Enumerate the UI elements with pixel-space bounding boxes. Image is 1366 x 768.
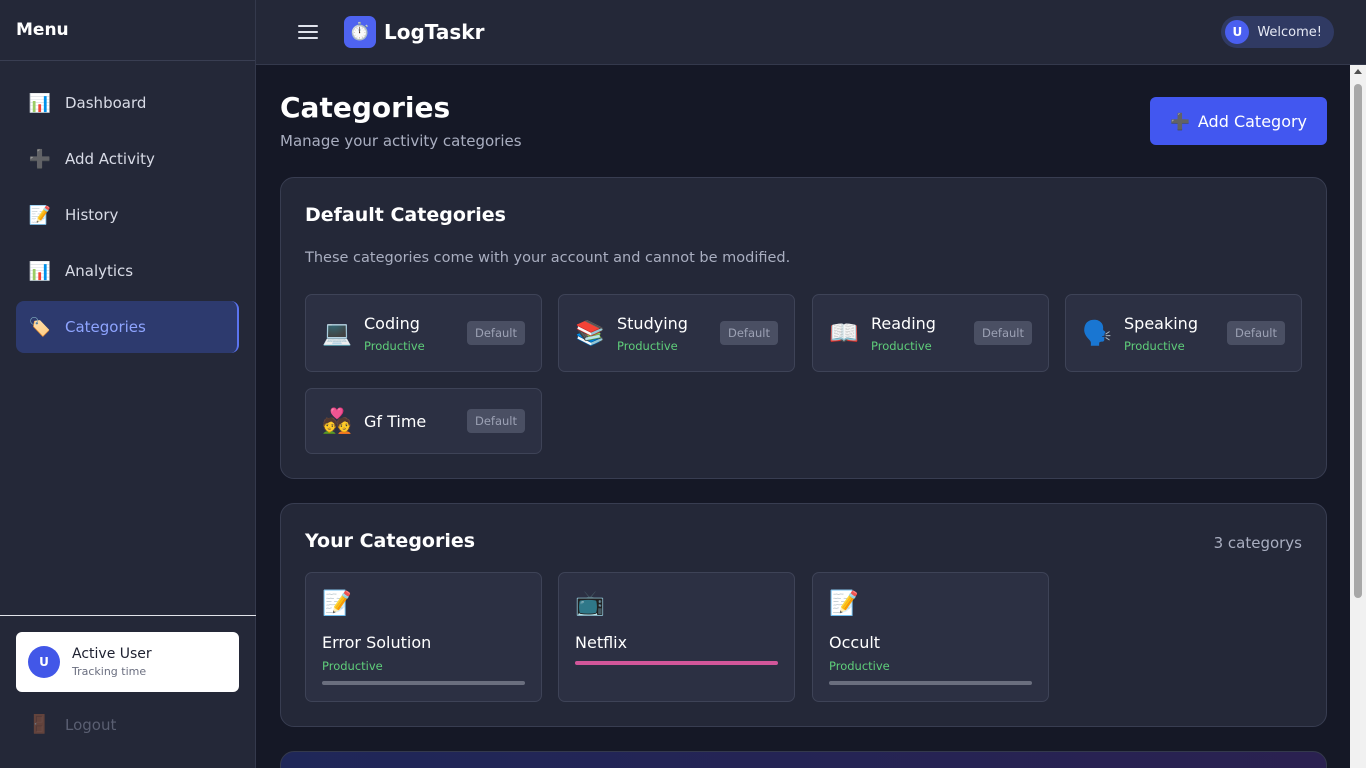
speaking-head-icon: 🗣️ (1082, 319, 1112, 347)
sidebar-item-label: History (65, 206, 119, 224)
sidebar-item-label: Dashboard (65, 94, 147, 112)
category-card-occult[interactable]: 📝 Occult Productive (812, 572, 1049, 702)
add-category-label: Add Category (1197, 111, 1308, 131)
bar-chart-icon: 📊 (28, 92, 52, 114)
plus-icon: ➕ (1169, 111, 1190, 131)
category-name: Studying (617, 313, 688, 333)
brand-name[interactable]: LogTaskr (384, 20, 484, 44)
open-book-icon: 📖 (829, 319, 859, 347)
category-name: Coding (364, 313, 420, 333)
user-status: Tracking time (72, 665, 147, 678)
your-categories-section: Your Categories 3 categorys 📝 Error Solu… (280, 503, 1327, 727)
sidebar-item-history[interactable]: 📝 History (16, 189, 239, 241)
page-scrollbar[interactable] (1350, 65, 1366, 768)
category-name: Speaking (1124, 313, 1198, 333)
default-badge: Default (1226, 321, 1285, 345)
category-color-bar (829, 681, 1032, 685)
category-color-bar (575, 661, 778, 665)
scroll-up-arrow-icon[interactable] (1354, 69, 1362, 74)
sidebar-item-dashboard[interactable]: 📊 Dashboard (16, 77, 239, 129)
memo-icon: 📝 (28, 204, 52, 226)
category-type: Productive (1124, 338, 1185, 353)
add-category-button[interactable]: ➕ Add Category (1150, 97, 1327, 145)
couple-heart-icon: 💑 (322, 407, 352, 435)
category-card-studying[interactable]: 📚 Studying Productive Default (558, 294, 795, 372)
hamburger-menu-icon[interactable] (298, 21, 318, 43)
sidebar-nav: 📊 Dashboard ➕ Add Activity 📝 History 📊 A… (0, 61, 255, 353)
section-title: Default Categories (305, 204, 506, 226)
section-description: These categories come with your account … (305, 250, 791, 266)
laptop-icon: 💻 (322, 319, 352, 347)
welcome-label: Welcome! (1257, 24, 1322, 40)
main-content: Categories Manage your activity categori… (256, 65, 1350, 768)
page-title: Categories (280, 91, 451, 124)
memo-icon: 📝 (322, 589, 352, 617)
category-card-speaking[interactable]: 🗣️ Speaking Productive Default (1065, 294, 1302, 372)
default-badge: Default (466, 321, 525, 345)
category-name: Reading (871, 313, 936, 333)
user-name: Active User (72, 646, 152, 662)
sidebar-footer: U Active User Tracking time 🚪 Logout (0, 615, 256, 768)
sidebar-item-add-activity[interactable]: ➕ Add Activity (16, 133, 239, 185)
category-type: Productive (829, 659, 890, 673)
category-type: Productive (617, 338, 678, 353)
logout-label: Logout (65, 715, 117, 734)
television-icon: 📺 (575, 589, 605, 617)
category-card-coding[interactable]: 💻 Coding Productive Default (305, 294, 542, 372)
top-bar: ⏱️ LogTaskr U Welcome! (256, 0, 1366, 65)
promo-banner (280, 751, 1327, 768)
category-name: Occult (829, 633, 881, 652)
sidebar-title: Menu (0, 0, 255, 61)
memo-icon: 📝 (829, 589, 859, 617)
page-subtitle: Manage your activity categories (280, 132, 522, 150)
bar-chart-icon: 📊 (28, 260, 52, 282)
sidebar-item-categories[interactable]: 🏷️ Categories (16, 301, 239, 353)
plus-icon: ➕ (28, 148, 52, 170)
welcome-user-button[interactable]: U Welcome! (1221, 16, 1334, 48)
section-title: Your Categories (305, 530, 476, 552)
books-icon: 📚 (575, 319, 605, 347)
avatar: U (28, 646, 60, 678)
category-card-gf-time[interactable]: 💑 Gf Time Default (305, 388, 542, 454)
category-color-bar (322, 681, 525, 685)
user-card[interactable]: U Active User Tracking time (16, 632, 239, 692)
avatar: U (1225, 20, 1250, 44)
default-categories-section: Default Categories These categories come… (280, 177, 1327, 479)
default-badge: Default (719, 321, 778, 345)
category-type: Productive (322, 659, 383, 673)
door-icon: 🚪 (28, 714, 51, 735)
tag-icon: 🏷️ (28, 316, 52, 338)
sidebar-item-label: Categories (65, 318, 146, 336)
default-badge: Default (466, 409, 525, 433)
logout-button[interactable]: 🚪 Logout (16, 714, 240, 735)
category-name: Netflix (575, 633, 628, 652)
category-card-reading[interactable]: 📖 Reading Productive Default (812, 294, 1049, 372)
sidebar-item-analytics[interactable]: 📊 Analytics (16, 245, 239, 297)
sidebar-item-label: Add Activity (65, 150, 155, 168)
category-name: Gf Time (364, 411, 427, 431)
stopwatch-icon: ⏱️ (344, 16, 376, 48)
category-type: Productive (871, 338, 932, 353)
category-card-error-solution[interactable]: 📝 Error Solution Productive (305, 572, 542, 702)
default-badge: Default (973, 321, 1032, 345)
category-count: 3 categorys (1213, 534, 1302, 552)
scrollbar-thumb[interactable] (1354, 84, 1362, 598)
category-card-netflix[interactable]: 📺 Netflix (558, 572, 795, 702)
sidebar-item-label: Analytics (65, 262, 134, 280)
category-name: Error Solution (322, 633, 432, 652)
sidebar: Menu 📊 Dashboard ➕ Add Activity 📝 Histor… (0, 0, 256, 768)
category-type: Productive (364, 338, 425, 353)
